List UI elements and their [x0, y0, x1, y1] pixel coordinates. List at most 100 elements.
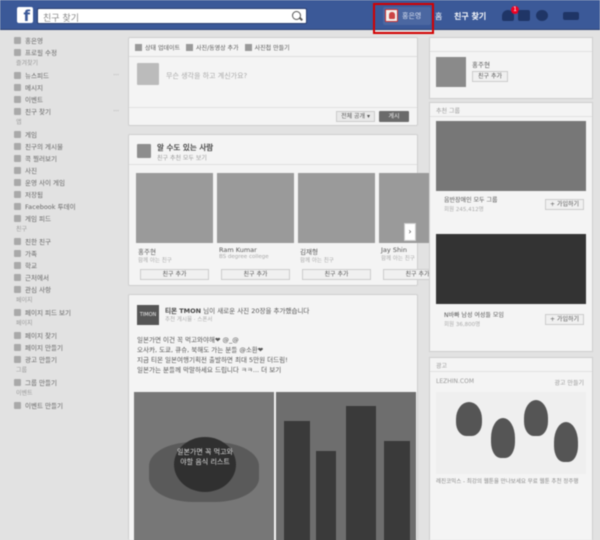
sidebar-item-icon — [14, 401, 21, 409]
add-friend-button[interactable]: 친구 추가 — [302, 269, 371, 280]
post-meta: 추천 게시물 · 스폰서 — [165, 317, 213, 323]
sidebar-item-label: 친한 친구 — [25, 238, 51, 246]
sidebar-item[interactable]: 근처에서 — [14, 271, 119, 283]
sidebar-section-header: 그룹 — [16, 367, 28, 374]
sidebar-item[interactable]: 홍은영 — [14, 34, 119, 46]
suggested-groups-card: 추천 그룹 음반장애인 모두 그룹 회원 245,412명 + 가입하기 N바빠… — [429, 102, 593, 352]
post-button[interactable]: 게시 — [379, 111, 409, 122]
join-group-button[interactable]: + 가입하기 — [544, 314, 584, 325]
pymk-see-all-link[interactable]: 친구 추천 모두 보기 — [157, 153, 207, 162]
sidebar-item[interactable]: 관심 사항 — [14, 283, 119, 295]
person-meta: 함께 아는 친구 — [300, 258, 334, 264]
sidebar-item[interactable]: 가족 — [14, 247, 119, 259]
join-group-button[interactable]: + 가입하기 — [544, 199, 584, 210]
messages-icon[interactable] — [518, 10, 530, 21]
search-input[interactable]: 친구 찾기 — [37, 8, 307, 24]
sidebar-item[interactable]: 운영 사이 게임 — [14, 176, 119, 188]
composer-tab-icon — [135, 43, 142, 51]
group-name[interactable]: 음반장애인 모두 그룹 — [444, 195, 498, 204]
composer-tab[interactable]: 사진첩 만들기 — [244, 43, 290, 52]
sidebar-item[interactable]: 게임 — [14, 128, 119, 140]
person-meta: BS degree college — [219, 254, 269, 260]
person-photo[interactable] — [217, 173, 294, 243]
sponsored-source[interactable]: LEZHIN.COM — [436, 378, 474, 385]
sidebar-item[interactable]: Facebook 투데이 — [14, 200, 119, 212]
sidebar-item[interactable]: 뉴스피드 ··· — [14, 69, 119, 81]
highlight-box — [373, 3, 434, 34]
post-image-food[interactable]: 일본가면 꼭 먹고와야할 음식 리스트 — [134, 392, 274, 540]
page-logo[interactable]: TIMON — [137, 305, 159, 325]
sidebar-section-header: 페이지 — [16, 297, 33, 304]
settings-menu-icon[interactable] — [563, 12, 579, 20]
sidebar-item-icon — [14, 308, 21, 316]
composer-tab-label: 사진첩 만들기 — [254, 44, 290, 52]
sidebar-section-header: 친구 — [16, 226, 28, 233]
sidebar-item[interactable]: 메시지 — [14, 81, 119, 93]
sidebar-item[interactable]: 그룹 만들기 — [14, 376, 119, 388]
building-shape — [346, 406, 376, 540]
sidebar-item-icon — [14, 249, 21, 257]
sidebar-item[interactable]: 프로필 수정 — [14, 46, 119, 58]
sidebar-item[interactable]: 광고 만들기 — [14, 353, 119, 365]
post-page-name[interactable]: 티몬 TMON — [165, 307, 201, 315]
sidebar-item-label: 친구의 게시물 — [25, 143, 63, 151]
sidebar-item[interactable]: 페이지 만들기 — [14, 341, 119, 353]
people-you-may-know: 알 수도 있는 사람 친구 추천 모두 보기 홍주현 함께 아는 친구 친구 추가 R… — [128, 134, 456, 286]
add-friend-button[interactable]: 친구 추가 — [472, 71, 508, 82]
sidebar-item-label: 메시지 — [25, 84, 43, 92]
composer-tab[interactable]: 사진/동영상 추가 — [186, 43, 239, 52]
sidebar-item-label: 페이지 피드 보기 — [25, 309, 71, 317]
sidebar-item[interactable]: 페이지 찾기 — [14, 329, 119, 341]
sponsored-card: 광고 LEZHIN.COM 광고 만들기 레진코믹스 - 최강의 웹툰을 만나보… — [429, 357, 593, 540]
create-ad-link[interactable]: 광고 만들기 — [554, 378, 584, 387]
suggested-friend-name[interactable]: 홍주현 — [472, 59, 490, 69]
add-friend-button[interactable]: 친구 추가 — [140, 269, 209, 280]
post-title: 티몬 TMON 님이 새로운 사진 20장을 추가했습니다 — [165, 305, 309, 315]
notifications-globe-icon[interactable] — [536, 10, 548, 21]
person-photo[interactable] — [136, 173, 213, 243]
facebook-logo-icon[interactable]: f — [17, 7, 33, 23]
sidebar-item-icon — [14, 83, 21, 91]
sidebar-item-label: 저장됨 — [25, 191, 43, 199]
post-image-street[interactable] — [276, 392, 416, 540]
suggested-friend-card: 홍주현 친구 추가 — [429, 37, 593, 99]
sidebar-item[interactable]: 이벤트 — [14, 93, 119, 105]
groups-title: 추천 그룹 — [430, 103, 592, 117]
composer-input[interactable]: 무슨 생각을 하고 계신가요? — [166, 71, 247, 81]
group-cover-image[interactable] — [436, 121, 586, 191]
group-name[interactable]: N바빠 남성 여성들 모임 — [444, 310, 504, 319]
sidebar-item[interactable]: 콕 찔러보기 — [14, 152, 119, 164]
sidebar-item-icon — [14, 154, 21, 162]
sidebar-item[interactable]: 이벤트 만들기 — [14, 399, 119, 411]
sidebar-section-header: 이벤트 — [16, 390, 33, 397]
sidebar-item[interactable]: 페이지 피드 보기 — [14, 306, 119, 318]
group-cover-image[interactable] — [436, 234, 586, 304]
person-name[interactable]: 김재형 — [298, 246, 375, 256]
sidebar-item-icon — [14, 355, 21, 363]
sidebar-item[interactable]: 사진 — [14, 164, 119, 176]
privacy-selector[interactable]: 전체 공개 ▾ — [336, 111, 375, 122]
person-name[interactable]: 홍주현 — [136, 246, 213, 256]
suggested-friend-avatar[interactable] — [436, 57, 466, 87]
add-friend-button[interactable]: 친구 추가 — [221, 269, 290, 280]
person-name[interactable]: Ram Kumar — [217, 246, 294, 254]
sidebar-item-label: 콕 찔러보기 — [25, 155, 57, 163]
sidebar-item-icon — [14, 166, 21, 174]
sidebar-item[interactable]: 저장됨 — [14, 188, 119, 200]
post-text-line: 일본가는 분들께 막말하세요 드립니다 ㅋㅋ... 더 보기 — [137, 366, 282, 374]
sponsored-image[interactable] — [436, 392, 586, 474]
sidebar-item-label: 근처에서 — [25, 274, 49, 282]
sidebar-item[interactable]: 게임 피드 — [14, 212, 119, 224]
sidebar-item[interactable]: 친구의 게시물 — [14, 140, 119, 152]
sidebar-item[interactable]: 친구 찾기 ··· — [14, 105, 119, 117]
sidebar-item[interactable]: 친한 친구 — [14, 235, 119, 247]
sidebar-item-label: 친구 찾기 — [25, 108, 51, 116]
composer-tab[interactable]: 상태 업데이트 — [135, 43, 180, 52]
post-title-rest: 님이 새로운 사진 20장을 추가했습니다 — [203, 307, 310, 315]
person-photo[interactable] — [298, 173, 375, 243]
home-link[interactable]: 홈 — [435, 11, 442, 22]
find-friends-link[interactable]: 친구 찾기 — [454, 11, 486, 22]
next-arrow-icon[interactable]: › — [404, 223, 416, 241]
search-icon[interactable] — [292, 11, 301, 20]
sidebar-item[interactable]: 학교 — [14, 259, 119, 271]
